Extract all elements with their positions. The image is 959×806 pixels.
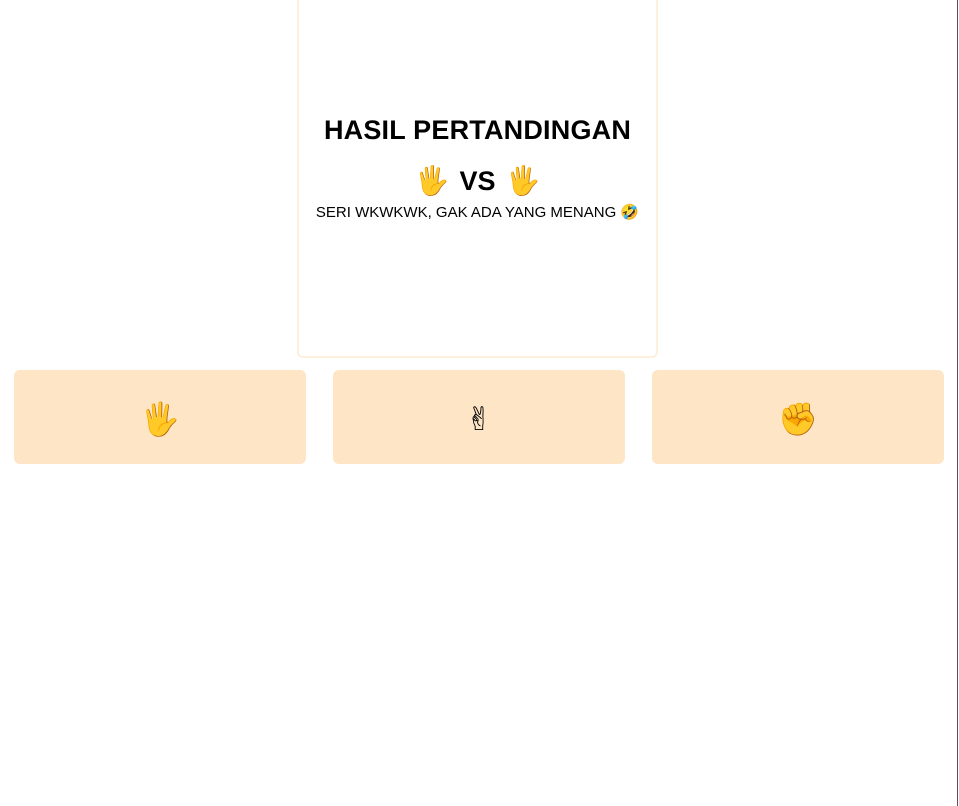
vs-label: VS (459, 165, 496, 196)
paper-choice-button[interactable]: 🖐 (14, 370, 306, 464)
scissors-choice-button[interactable]: ✌ (333, 370, 625, 464)
game-page: HASIL PERTANDINGAN 🖐 VS 🖐 SERI WKWKWK, G… (0, 0, 959, 806)
player-hand-icon: 🖐 (414, 165, 450, 196)
result-title: HASIL PERTANDINGAN (323, 115, 632, 145)
paper-hand-icon: 🖐 (140, 401, 180, 437)
scissors-hand-icon: ✌ (465, 401, 493, 437)
result-message: SERI WKWKWK, GAK ADA YANG MENANG 🤣 (315, 204, 640, 221)
rock-hand-icon: ✊ (778, 401, 818, 437)
computer-hand-icon: 🖐 (505, 165, 541, 196)
versus-row: 🖐 VS 🖐 (299, 164, 656, 198)
rock-choice-button[interactable]: ✊ (652, 370, 944, 464)
result-card: HASIL PERTANDINGAN 🖐 VS 🖐 SERI WKWKWK, G… (297, 0, 658, 358)
window-edge-divider (957, 0, 958, 806)
